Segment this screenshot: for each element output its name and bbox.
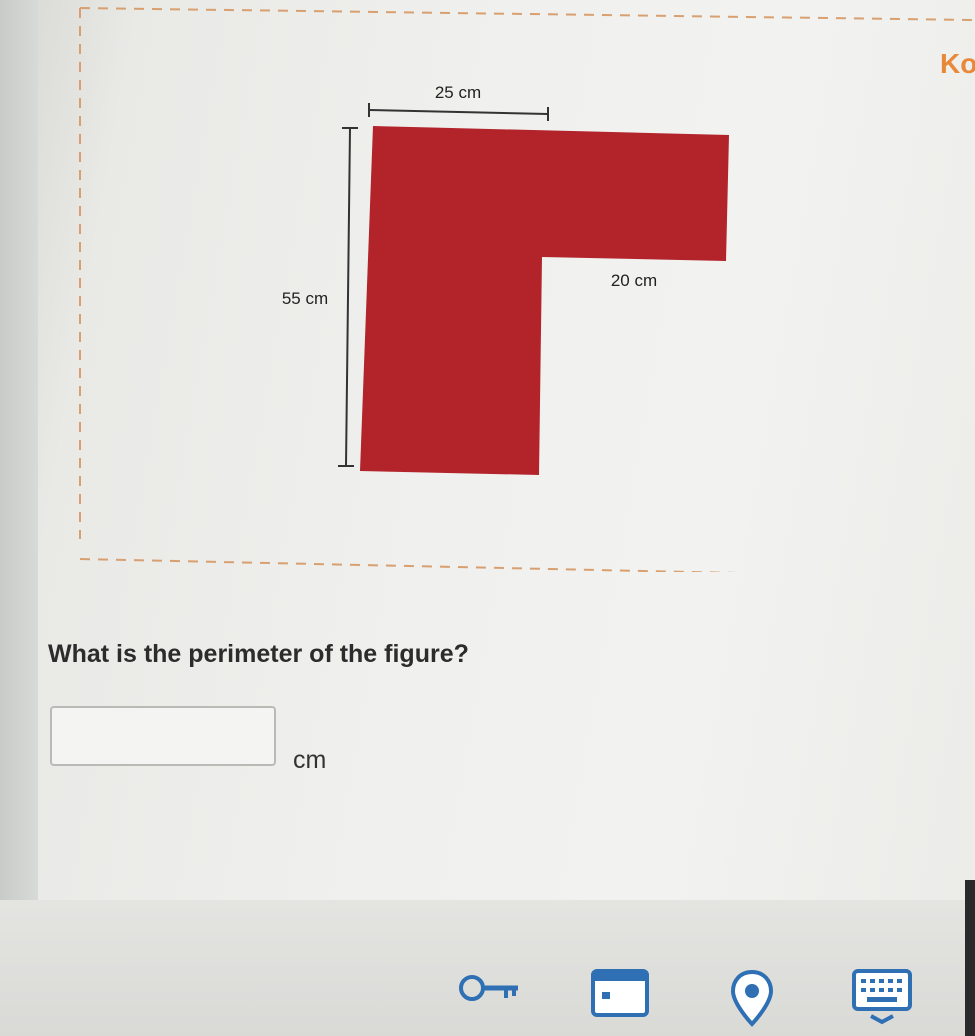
left-length-label: 55 cm xyxy=(282,289,328,308)
card-icon[interactable] xyxy=(590,968,650,1023)
inner-length-label: 20 cm xyxy=(611,271,657,290)
answer-input[interactable] xyxy=(50,706,276,766)
dashed-frame-top xyxy=(79,7,974,21)
figure-svg: 25 cm 55 cm 20 cm xyxy=(79,7,974,572)
location-pin-icon[interactable] xyxy=(728,968,776,1033)
right-edge xyxy=(965,880,975,1036)
keyboard-icon[interactable] xyxy=(851,968,913,1031)
dashed-frame-bottom xyxy=(79,558,739,572)
top-length-label: 25 cm xyxy=(435,83,481,102)
question-text: What is the perimeter of the figure? xyxy=(48,640,469,668)
l-shape xyxy=(360,126,729,475)
left-edge xyxy=(0,0,38,1036)
figure-area: 25 cm 55 cm 20 cm xyxy=(78,4,975,572)
left-dimension-line xyxy=(345,127,351,467)
unit-label: cm xyxy=(293,746,327,774)
key-icon[interactable] xyxy=(456,968,522,1013)
top-dimension-line xyxy=(368,109,549,115)
